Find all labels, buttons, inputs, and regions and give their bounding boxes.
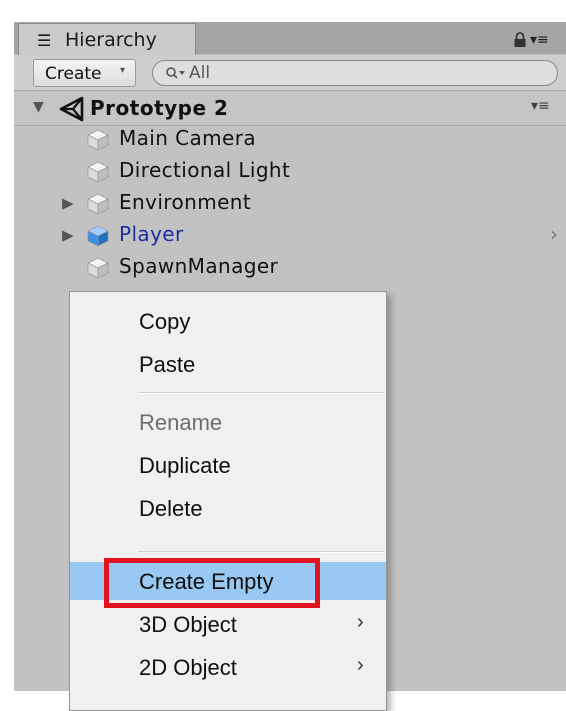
- hierarchy-row[interactable]: ▶ Player ›: [14, 220, 566, 252]
- menu-item-label: Delete: [139, 496, 203, 521]
- menu-item-label: 3D Object: [139, 612, 237, 637]
- gameobject-cube-icon: [87, 129, 109, 151]
- create-button-label: Create: [45, 64, 102, 84]
- tab-hierarchy-label: Hierarchy: [65, 29, 157, 51]
- search-field[interactable]: [152, 60, 558, 86]
- menu-item-rename[interactable]: Rename: [70, 403, 386, 441]
- hierarchy-row[interactable]: ▶ Environment: [14, 188, 566, 220]
- hierarchy-row[interactable]: SpawnManager: [14, 252, 566, 284]
- hierarchy-item-label: Environment: [119, 190, 252, 214]
- menu-item-3d-object[interactable]: 3D Object ›: [70, 605, 386, 643]
- menu-item-label: Paste: [139, 352, 196, 377]
- scene-title[interactable]: Prototype 2: [90, 96, 228, 120]
- menu-item-paste[interactable]: Paste: [70, 345, 386, 383]
- chevron-right-icon[interactable]: ›: [550, 222, 558, 246]
- menu-item-label: 2D Object: [139, 655, 237, 680]
- gameobject-cube-icon: [87, 161, 109, 183]
- submenu-arrow-icon: ›: [357, 654, 364, 676]
- prefab-cube-icon: [87, 225, 109, 247]
- create-button[interactable]: Create ▾: [33, 59, 136, 87]
- hierarchy-item-label: SpawnManager: [119, 254, 279, 278]
- search-icon[interactable]: [165, 65, 187, 81]
- hierarchy-row[interactable]: Main Camera: [14, 124, 566, 156]
- tab-hierarchy[interactable]: ☰ Hierarchy: [18, 23, 196, 57]
- menu-item-label: Copy: [139, 309, 191, 334]
- menu-separator: [138, 551, 384, 553]
- list-icon: ☰: [37, 31, 52, 50]
- gameobject-cube-icon: [87, 257, 109, 279]
- submenu-arrow-icon: ›: [357, 611, 364, 633]
- hierarchy-item-label: Directional Light: [119, 158, 291, 182]
- hierarchy-row[interactable]: Directional Light: [14, 156, 566, 188]
- context-menu: Copy Paste Rename Duplicate Delete Create Emp…: [69, 291, 387, 711]
- menu-item-copy[interactable]: Copy: [70, 302, 386, 340]
- menu-item-delete[interactable]: Delete: [70, 489, 386, 527]
- hierarchy-item-label: Main Camera: [119, 126, 256, 150]
- scene-menu-icon[interactable]: ▾≡: [531, 98, 550, 114]
- foldout-collapsed-icon[interactable]: ▶: [62, 226, 74, 244]
- unity-icon: [59, 96, 84, 122]
- panel-menu-icon[interactable]: ▾≡: [530, 32, 549, 48]
- hierarchy-item-label: Player: [119, 222, 184, 246]
- menu-item-2d-object[interactable]: 2D Object ›: [70, 648, 386, 686]
- foldout-collapsed-icon[interactable]: ▶: [62, 194, 74, 212]
- annotation-highlight-box: [104, 558, 320, 608]
- menu-item-label: Duplicate: [139, 453, 231, 478]
- gameobject-cube-icon: [87, 193, 109, 215]
- foldout-expanded-icon[interactable]: ▼: [33, 99, 44, 115]
- chevron-down-icon: ▾: [120, 65, 126, 76]
- menu-item-label: Rename: [139, 410, 223, 435]
- menu-separator: [138, 392, 384, 394]
- menu-item-duplicate[interactable]: Duplicate: [70, 446, 386, 484]
- lock-icon[interactable]: [513, 32, 527, 48]
- search-input[interactable]: [189, 62, 529, 84]
